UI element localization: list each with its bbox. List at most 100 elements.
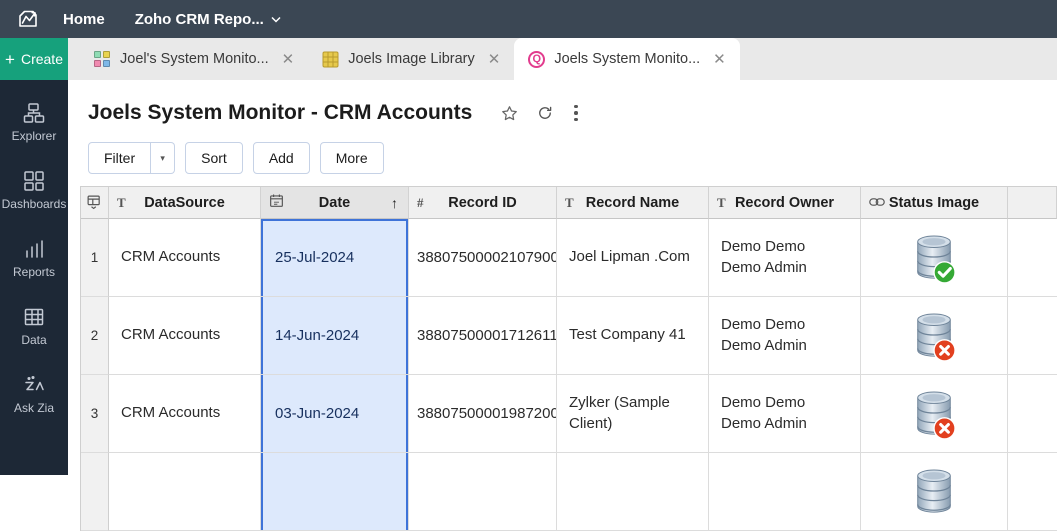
row-number-cell[interactable]: 1 [81,219,109,297]
tab-label: Joels System Monito... [554,51,701,67]
select-all-cell[interactable] [81,187,109,219]
column-label: Record ID [448,194,517,211]
column-label: Status Image [888,194,980,211]
refresh-icon[interactable] [535,104,554,123]
top-bar: Home Zoho CRM Repo... [0,0,1057,38]
column-header-record-owner[interactable]: T Record Owner [709,187,861,219]
record-owner-cell[interactable] [709,453,861,531]
sidebar-item-reports[interactable]: Reports [0,238,68,279]
sidebar-item-label: Reports [12,265,56,279]
filler-cell [1008,375,1057,453]
number-type-icon: # [417,194,424,210]
yellow-table-icon [322,51,339,68]
record-name-cell[interactable] [557,453,709,531]
plus-icon: + [5,49,15,69]
filter-dropdown-button[interactable]: ▾ [151,142,176,174]
table-row: 1 CRM Accounts 25-Jul-2024 3880750000210… [81,219,1057,297]
date-cell-selected[interactable] [261,453,409,531]
close-icon[interactable]: ✕ [488,50,501,68]
record-id-cell[interactable]: 38807500002107900 [409,219,557,297]
datasource-cell[interactable]: CRM Accounts [109,297,261,375]
record-owner-cell[interactable]: Demo Demo Demo Admin [709,219,861,297]
tab-joels-system-monitor-dashboard[interactable]: Joel's System Monito... ✕ [80,38,308,80]
record-id-cell[interactable]: 38807500001987200 [409,375,557,453]
record-owner-cell[interactable]: Demo Demo Demo Admin [709,297,861,375]
create-button[interactable]: + Create [0,38,68,80]
date-cell-selected[interactable]: 14-Jun-2024 [261,297,409,375]
sidebar: + Create Explorer Dashboards Reports Dat… [0,38,68,475]
table-row: 3 CRM Accounts 03-Jun-2024 3880750000198… [81,375,1057,453]
datasource-cell[interactable]: CRM Accounts [109,219,261,297]
sidebar-item-dashboards[interactable]: Dashboards [0,170,68,211]
sidebar-item-explorer[interactable]: Explorer [0,102,68,143]
row-number-cell[interactable]: 3 [81,375,109,453]
text-type-icon: T [117,194,126,210]
table-row: 2 CRM Accounts 14-Jun-2024 3880750000171… [81,297,1057,375]
nav-home[interactable]: Home [63,11,105,28]
explorer-tree-icon [23,103,45,123]
filler-header-cell [1008,187,1057,219]
text-type-icon: T [717,194,726,210]
date-cell-selected[interactable]: 25-Jul-2024 [261,219,409,297]
tab-bar: Joel's System Monito... ✕ Joels Image Li… [68,38,1057,80]
sidebar-item-label: Dashboards [1,197,67,211]
column-label: DataSource [144,194,225,211]
column-header-record-id[interactable]: # Record ID [409,187,557,219]
database-error-icon [917,390,956,440]
tab-label: Joel's System Monito... [120,51,269,67]
status-image-cell[interactable] [861,297,1008,375]
favorite-star-icon[interactable] [500,104,519,123]
record-name-cell[interactable]: Joel Lipman .Com [557,219,709,297]
record-owner-cell[interactable]: Demo Demo Demo Admin [709,375,861,453]
record-name-cell[interactable]: Test Company 41 [557,297,709,375]
date-cell-selected[interactable]: 03-Jun-2024 [261,375,409,453]
dashboards-grid-icon [24,171,44,191]
close-icon[interactable]: ✕ [282,50,295,68]
tab-joels-system-monitor-query[interactable]: Q Joels System Monito... ✕ [514,38,740,80]
main-content: Joels System Monitor - CRM Accounts Filt… [68,80,1057,531]
column-header-status-image[interactable]: Status Image [861,187,1008,219]
sidebar-item-label: Explorer [11,129,57,143]
database-error-icon [917,312,956,362]
nav-home-label: Home [63,10,105,28]
data-table-icon [24,308,44,326]
page-title: Joels System Monitor - CRM Accounts [88,101,473,124]
add-button[interactable]: Add [252,142,310,174]
datasource-cell[interactable] [109,453,261,531]
zoho-analytics-logo-icon[interactable] [15,6,41,32]
table-row [81,453,1057,531]
datasource-cell[interactable]: CRM Accounts [109,375,261,453]
close-icon[interactable]: ✕ [713,50,726,68]
record-id-cell[interactable] [409,453,557,531]
sort-button[interactable]: Sort [185,142,243,174]
status-image-cell[interactable] [861,375,1008,453]
chevron-down-icon [271,16,281,23]
sidebar-item-data[interactable]: Data [0,306,68,347]
report-toolbar: Filter ▾ Sort Add More [68,125,1057,174]
row-number-cell[interactable]: 2 [81,297,109,375]
column-header-date[interactable]: Date ↑ [261,187,409,219]
record-name-cell[interactable]: Zylker (Sample Client) [557,375,709,453]
nav-workspace-label: Zoho CRM Repo... [134,10,264,28]
record-id-cell[interactable]: 38807500001712611 [409,297,557,375]
column-header-datasource[interactable]: T DataSource [109,187,261,219]
zia-icon [25,375,44,391]
query-q-icon: Q [528,50,546,68]
sidebar-item-ask-zia[interactable]: Ask Zia [0,374,68,415]
nav-workspace-switcher[interactable]: Zoho CRM Repo... [135,11,281,28]
status-image-cell[interactable] [861,453,1008,531]
column-label: Record Name [585,194,680,211]
filter-button[interactable]: Filter [88,142,152,174]
status-image-cell[interactable] [861,219,1008,297]
row-number-cell[interactable] [81,453,109,531]
create-button-label: Create [20,51,63,67]
database-success-icon [917,234,956,284]
table-select-icon [87,195,100,210]
sidebar-item-label: Ask Zia [13,401,54,415]
text-type-icon: T [565,194,574,210]
column-header-record-name[interactable]: T Record Name [557,187,709,219]
more-button[interactable]: More [319,142,384,174]
dashboard-icon [94,50,111,68]
more-options-kebab-icon[interactable] [570,103,582,124]
tab-joels-image-library[interactable]: Joels Image Library ✕ [308,38,514,80]
